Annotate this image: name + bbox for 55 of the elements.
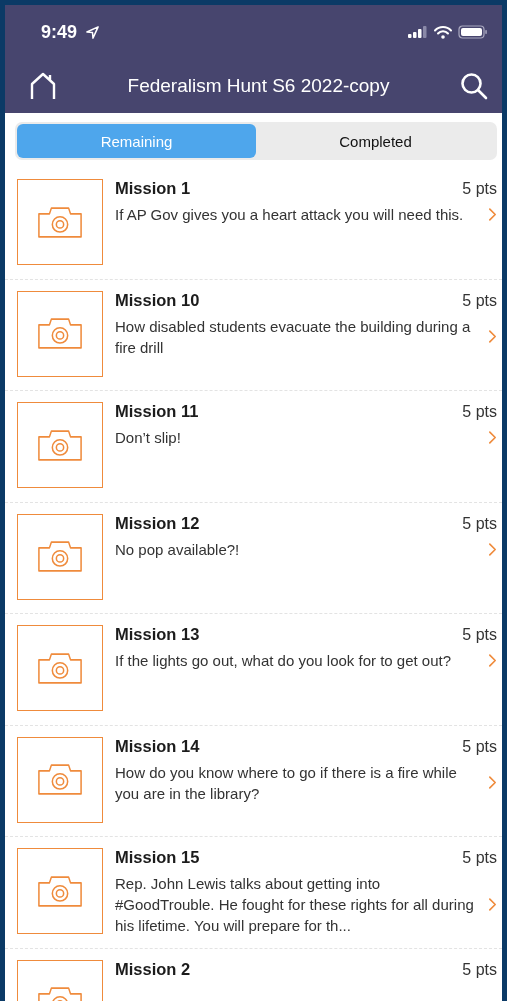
mission-points: 5 pts <box>462 403 497 421</box>
mission-title[interactable]: Mission 12 <box>115 513 200 533</box>
home-icon <box>29 72 57 100</box>
mission-description: How disabled students evacuate the building during a fire drill <box>115 316 472 358</box>
camera-icon <box>37 874 83 908</box>
mission-description: How do you know where to go if there is a fire while you are in the library? <box>115 762 458 804</box>
mission-description: Rep. John Lewis talks about getting into #GoodTrouble. He fought for these rights for all during his lifetime. You will prepare for th... <box>115 874 475 936</box>
photo-thumbnail[interactable] <box>17 625 103 711</box>
status-time: 9:49 <box>41 21 78 43</box>
mission-title[interactable]: Mission 1 <box>115 179 191 198</box>
mission-description: No pop available?! <box>115 539 241 560</box>
mission-title[interactable]: Mission 11 <box>115 402 199 421</box>
mission-description: If AP Gov gives you a heart attack you will need this. <box>115 205 465 225</box>
camera-icon <box>37 428 83 462</box>
mission-points: 5 pts <box>462 737 497 756</box>
wifi-icon <box>434 25 452 39</box>
photo-thumbnail[interactable] <box>17 736 103 823</box>
mission-description: Don’t slip! <box>115 428 182 448</box>
chevron-right-icon[interactable] <box>488 897 497 912</box>
photo-thumbnail[interactable] <box>17 848 103 934</box>
chevron-right-icon[interactable] <box>488 541 497 557</box>
chevron-right-icon[interactable] <box>488 207 497 222</box>
mission-description: If the lights go out, what do you look for to get out? <box>115 651 453 671</box>
mission-points: 5 pts <box>462 514 497 533</box>
signal-icon <box>408 26 428 38</box>
mission-title[interactable]: Mission 10 <box>115 290 200 310</box>
photo-thumbnail[interactable] <box>17 402 103 488</box>
camera-icon <box>37 651 83 685</box>
chevron-right-icon[interactable] <box>488 329 497 344</box>
photo-thumbnail[interactable] <box>17 179 103 265</box>
chevron-right-icon[interactable] <box>488 653 497 668</box>
mission-points: 5 pts <box>462 626 497 644</box>
search-button[interactable] <box>460 72 488 100</box>
camera-icon <box>37 317 83 350</box>
mission-points: 5 pts <box>462 291 497 310</box>
mission-title[interactable]: Mission 14 <box>115 736 200 756</box>
battery-icon <box>458 25 488 39</box>
chevron-right-icon[interactable] <box>488 430 497 445</box>
photo-thumbnail[interactable] <box>17 513 103 600</box>
mission-title[interactable]: Mission 2 <box>115 959 191 979</box>
mission-title[interactable]: Mission 13 <box>115 625 200 644</box>
location-arrow-icon <box>85 24 101 40</box>
header-title: Federalism Hunt S6 2022-copy <box>126 75 391 97</box>
mission-points: 5 pts <box>462 849 497 867</box>
search-icon <box>460 72 488 100</box>
camera-icon <box>37 540 83 573</box>
camera-icon <box>37 763 83 796</box>
photo-thumbnail[interactable] <box>17 290 103 377</box>
camera-icon <box>37 205 83 239</box>
mission-points: 5 pts <box>462 960 497 979</box>
mission-title[interactable]: Mission 15 <box>115 848 200 867</box>
home-button[interactable] <box>29 72 57 100</box>
mission-points: 5 pts <box>462 180 497 198</box>
chevron-right-icon[interactable] <box>488 775 497 790</box>
tab[interactable]: Completed <box>256 124 495 158</box>
